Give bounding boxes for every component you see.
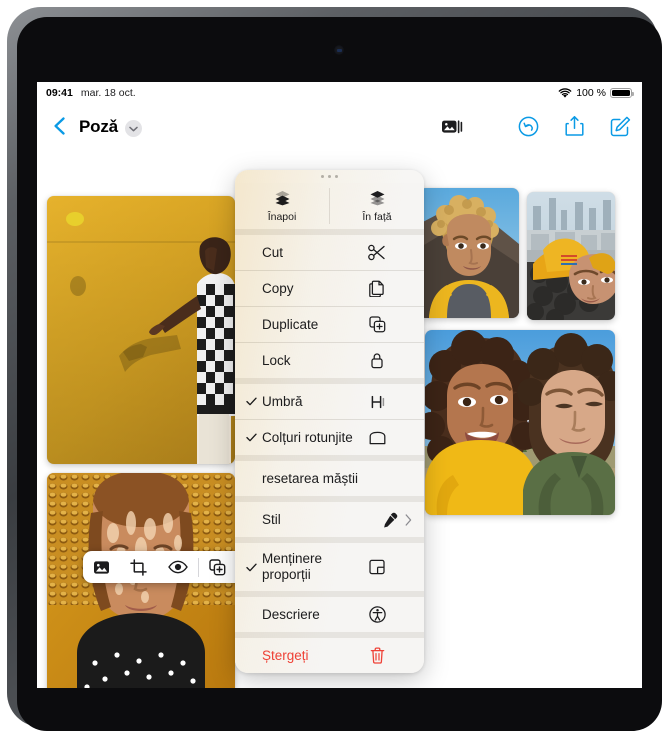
- crop-icon: [130, 558, 148, 576]
- compose-button[interactable]: [610, 116, 631, 137]
- preview-button[interactable]: [157, 551, 197, 583]
- menu-item-shadow[interactable]: Umbră: [235, 384, 424, 419]
- copy-icon: [367, 280, 387, 297]
- crop-button[interactable]: [120, 551, 157, 583]
- duplicate-button[interactable]: [199, 551, 236, 583]
- title-chevron-down-icon[interactable]: [125, 120, 142, 137]
- tablet-device-frame: 09:41 mar. 18 oct. 100 % Pozǎ Înapoi În …: [7, 7, 662, 731]
- photo-curly-boy[interactable]: [419, 188, 519, 318]
- page-title: Pozǎ: [79, 117, 118, 136]
- accessibility-icon: [367, 606, 387, 623]
- send-backward-button[interactable]: Înapoi: [235, 183, 329, 229]
- send-backward-label: Înapoi: [267, 210, 297, 223]
- photo-icon: [94, 560, 110, 574]
- send-backward-icon: [274, 190, 291, 209]
- menu-item-rounded-corners-label: Colțuri rotunjite: [262, 429, 353, 445]
- checkmark-icon: [245, 397, 258, 406]
- tablet-screen: 09:41 mar. 18 oct. 100 % Pozǎ Înapoi În …: [37, 82, 642, 688]
- bring-forward-label: În față: [362, 210, 392, 223]
- photo-yellow-wall[interactable]: [47, 196, 235, 464]
- menu-item-duplicate-label: Duplicate: [262, 316, 319, 332]
- menu-item-copy-label: Copy: [262, 280, 294, 296]
- drag-handle[interactable]: [235, 170, 424, 183]
- back-button[interactable]: [49, 114, 71, 138]
- menu-item-cut-label: Cut: [262, 244, 284, 260]
- status-bar-right: 100 %: [558, 87, 634, 99]
- nav-right-actions: [518, 115, 631, 137]
- aspect-ratio-icon: [367, 559, 387, 575]
- duplicate-icon: [367, 316, 387, 333]
- menu-item-duplicate[interactable]: Duplicate: [235, 307, 424, 342]
- battery-full-icon: [610, 87, 634, 99]
- photo-yellow-coat[interactable]: [527, 192, 615, 320]
- menu-item-description-label: Descriere: [262, 606, 320, 622]
- menu-item-style-label: Stil: [262, 511, 281, 527]
- rounded-corners-icon: [367, 431, 387, 445]
- menu-item-shadow-label: Umbră: [262, 393, 303, 409]
- chevron-right-icon: [405, 513, 412, 526]
- menu-item-delete-label: Ștergeți: [262, 647, 309, 663]
- menu-item-delete[interactable]: Ștergeți: [235, 638, 424, 673]
- menu-item-keep-aspect-ratio[interactable]: Menținere proporții: [235, 543, 424, 591]
- menu-item-keep-aspect-ratio-label: Menținere proporții: [262, 551, 323, 582]
- menu-item-lock[interactable]: Lock: [235, 343, 424, 378]
- eye-icon: [167, 560, 188, 574]
- bring-forward-button[interactable]: În față: [330, 183, 424, 229]
- share-icon: [565, 116, 584, 136]
- insert-media-icon: [442, 120, 463, 134]
- menu-item-reset-mask-label: resetarea măștii: [262, 470, 359, 486]
- undo-icon: [518, 116, 539, 136]
- wifi-icon: [558, 87, 572, 99]
- front-camera-icon: [334, 45, 344, 55]
- chevron-left-icon: [54, 117, 65, 135]
- duplicate-icon: [209, 558, 226, 575]
- insert-media-button[interactable]: [441, 116, 463, 141]
- status-date: mar. 18 oct.: [80, 87, 136, 99]
- menu-item-copy[interactable]: Copy: [235, 271, 424, 306]
- status-bar-left: 09:41 mar. 18 oct.: [46, 87, 136, 99]
- scissors-icon: [367, 244, 387, 261]
- menu-item-rounded-corners[interactable]: Colțuri rotunjite: [235, 420, 424, 455]
- navigation-bar: Pozǎ: [37, 104, 642, 148]
- menu-item-reset-mask[interactable]: resetarea măștii: [235, 461, 424, 496]
- photo-selfie-pair[interactable]: [425, 330, 615, 515]
- status-bar: 09:41 mar. 18 oct. 100 %: [37, 82, 642, 104]
- compose-icon: [610, 116, 631, 136]
- eyedropper-icon: [380, 512, 400, 528]
- context-menu: Înapoi În față Cut Copy Duplicate Lock U…: [235, 170, 424, 673]
- replace-image-button[interactable]: [83, 551, 120, 583]
- checkmark-icon: [245, 433, 258, 442]
- menu-item-description[interactable]: Descriere: [235, 597, 424, 632]
- shadow-icon: [367, 395, 387, 409]
- trash-icon: [367, 647, 387, 664]
- share-button[interactable]: [565, 115, 584, 137]
- menu-item-lock-label: Lock: [262, 352, 291, 368]
- menu-item-style[interactable]: Stil: [235, 502, 424, 537]
- bring-forward-icon: [369, 190, 386, 209]
- battery-percent: 100 %: [576, 87, 606, 99]
- arrange-buttons-row: Înapoi În față: [235, 183, 424, 229]
- checkmark-icon: [245, 563, 258, 572]
- menu-item-cut[interactable]: Cut: [235, 235, 424, 270]
- document-canvas[interactable]: Înapoi În față Cut Copy Duplicate Lock U…: [37, 148, 642, 688]
- undo-button[interactable]: [518, 116, 539, 137]
- lock-icon: [367, 352, 387, 369]
- status-time: 09:41: [46, 87, 73, 99]
